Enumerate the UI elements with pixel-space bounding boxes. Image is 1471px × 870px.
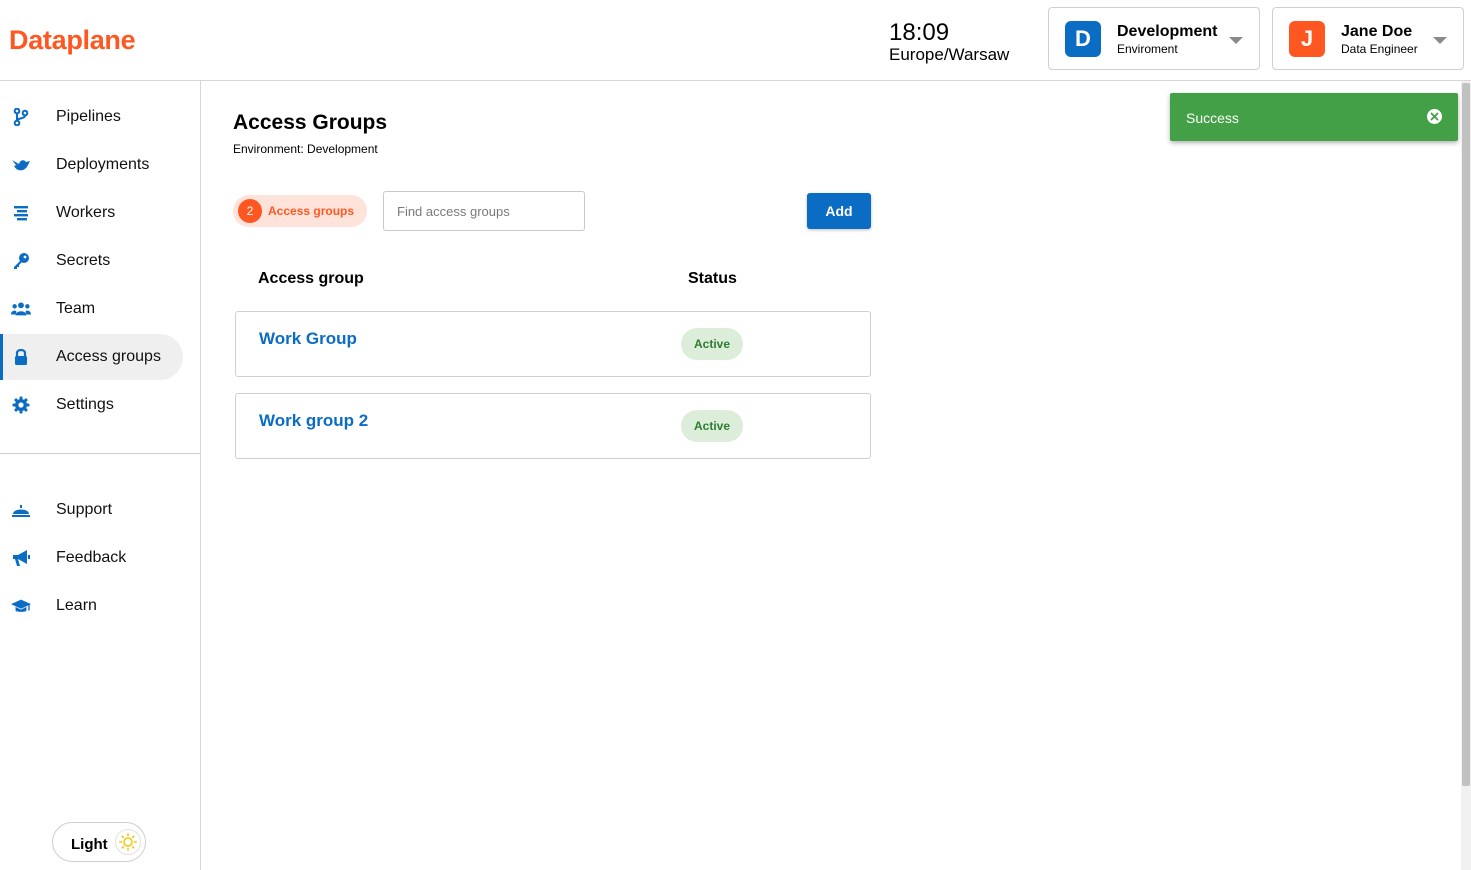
status-badge: Active xyxy=(681,328,743,360)
environment-subtitle: Enviroment xyxy=(1117,42,1178,56)
page-title: Access Groups xyxy=(233,111,388,134)
chevron-down-icon xyxy=(1229,37,1243,44)
sidebar-item-feedback[interactable]: Feedback xyxy=(0,535,183,581)
sidebar-item-label: Workers xyxy=(56,204,116,221)
count-badge: 2 xyxy=(238,199,262,223)
sidebar-item-label: Support xyxy=(56,501,113,518)
sun-icon xyxy=(115,829,141,855)
sidebar-item-support[interactable]: Support xyxy=(0,487,183,533)
environment-selector[interactable]: D Development Enviroment xyxy=(1048,7,1260,70)
sidebar-item-pipelines[interactable]: Pipelines xyxy=(0,94,183,140)
access-groups-count-chip: 2 Access groups xyxy=(233,195,367,227)
sidebar-item-label: Secrets xyxy=(56,252,111,269)
status-badge: Active xyxy=(681,410,743,442)
environment-name: Development xyxy=(1117,23,1218,40)
sidebar-item-label: Feedback xyxy=(56,549,127,566)
page-subtitle: Environment: Development xyxy=(233,142,378,156)
deployments-icon xyxy=(11,156,31,174)
sidebar-item-deployments[interactable]: Deployments xyxy=(0,142,183,188)
user-role: Data Engineer xyxy=(1341,42,1418,56)
clock-timezone: Europe/Warsaw xyxy=(889,45,1010,64)
lock-icon xyxy=(11,348,31,366)
user-name: Jane Doe xyxy=(1341,23,1413,40)
sidebar-item-learn[interactable]: Learn xyxy=(0,583,183,629)
count-label: Access groups xyxy=(268,204,355,218)
sidebar-item-secrets[interactable]: Secrets xyxy=(0,238,183,284)
sidebar-item-label: Learn xyxy=(56,597,97,614)
sidebar-item-label: Deployments xyxy=(56,156,150,173)
close-icon[interactable] xyxy=(1427,109,1442,124)
graduation-cap-icon xyxy=(11,597,31,615)
sidebar: Pipelines Deployments Workers Secrets Te… xyxy=(0,81,201,870)
chevron-down-icon xyxy=(1433,37,1447,44)
clock: 18:09 Europe/Warsaw xyxy=(889,20,1009,64)
sidebar-item-label: Access groups xyxy=(56,348,161,365)
theme-label: Light xyxy=(71,836,108,853)
top-header: Dataplane 18:09 Europe/Warsaw D Developm… xyxy=(0,0,1471,81)
sidebar-item-access-groups[interactable]: Access groups xyxy=(0,334,183,380)
app-logo[interactable]: Dataplane xyxy=(9,25,136,56)
sidebar-item-team[interactable]: Team xyxy=(0,286,183,332)
avatar: J xyxy=(1289,21,1325,57)
access-group-name-link[interactable]: Work Group xyxy=(259,329,357,349)
clock-time: 18:09 xyxy=(889,19,950,46)
sidebar-item-settings[interactable]: Settings xyxy=(0,382,183,428)
sidebar-divider xyxy=(0,453,200,454)
scrollbar-thumb[interactable] xyxy=(1462,83,1470,786)
search-input[interactable] xyxy=(383,191,585,231)
sidebar-item-label: Pipelines xyxy=(56,108,121,125)
success-toast: Success xyxy=(1170,93,1458,141)
sidebar-item-label: Team xyxy=(56,300,96,317)
access-group-name-link[interactable]: Work group 2 xyxy=(259,411,368,431)
theme-toggle[interactable]: Light xyxy=(52,822,146,862)
gear-icon xyxy=(11,396,31,414)
add-button[interactable]: Add xyxy=(807,193,871,229)
team-icon xyxy=(11,300,31,318)
vertical-scrollbar[interactable] xyxy=(1461,81,1471,870)
sidebar-item-label: Settings xyxy=(56,396,114,413)
bell-icon xyxy=(11,501,31,519)
key-icon xyxy=(11,252,31,270)
column-header-status: Status xyxy=(688,270,737,287)
toast-message: Success xyxy=(1186,110,1239,126)
table-row[interactable]: Work Group Active xyxy=(235,311,871,377)
pipelines-icon xyxy=(11,108,31,126)
table-row[interactable]: Work group 2 Active xyxy=(235,393,871,459)
workers-icon xyxy=(11,204,31,222)
environment-badge: D xyxy=(1065,21,1101,57)
user-menu[interactable]: J Jane Doe Data Engineer xyxy=(1272,7,1464,70)
sidebar-item-workers[interactable]: Workers xyxy=(0,190,183,236)
megaphone-icon xyxy=(11,549,31,567)
column-header-access-group: Access group xyxy=(258,270,364,287)
